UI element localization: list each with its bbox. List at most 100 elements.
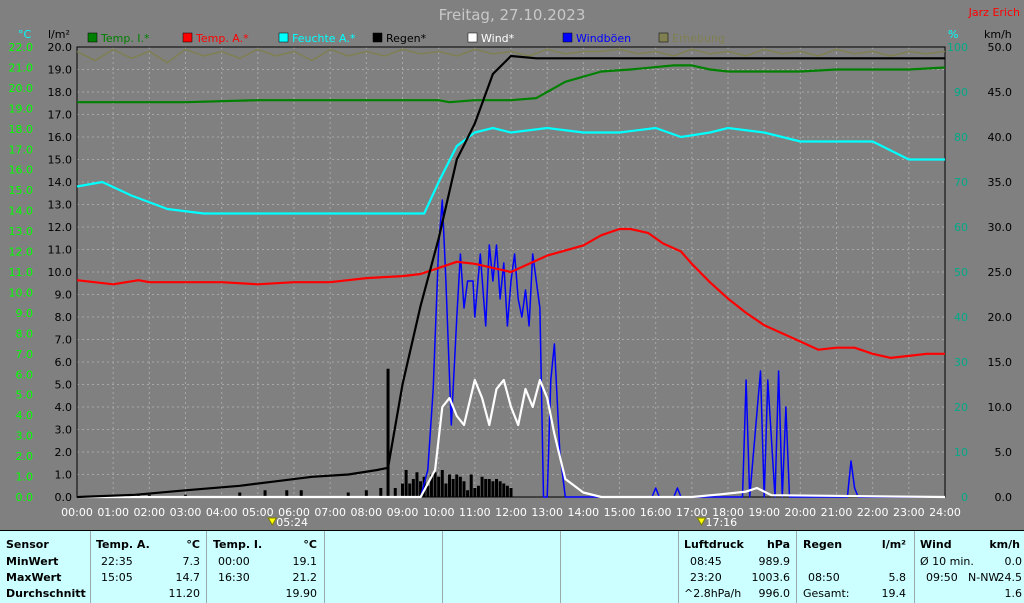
temp-a-avg-value: 11.20 <box>168 587 201 600</box>
chart-title: Freitag, 27.10.2023 <box>439 6 586 24</box>
time-axis-tick: 17:00 <box>676 506 708 519</box>
rain-axis-tick: 9.0 <box>55 289 73 302</box>
pressure-max-time: 23:20 <box>690 571 722 584</box>
rain-axis-tick: 19.0 <box>48 64 73 77</box>
rain-axis-tick: 10.0 <box>48 266 73 279</box>
temp-axis-tick: 13.0 <box>9 225 34 238</box>
time-axis-tick: 24:00 <box>929 506 961 519</box>
time-axis-tick: 03:00 <box>170 506 202 519</box>
wind-axis-tick: 25.0 <box>988 266 1013 279</box>
rain-interval-bar <box>484 479 488 497</box>
rain-axis-tick: 8.0 <box>55 311 73 324</box>
temp-i-min-time: 00:00 <box>218 555 250 568</box>
sunset-icon <box>696 517 707 527</box>
humidity-axis-tick: 60 <box>954 221 968 234</box>
wind-avg-value: 0.0 <box>1004 555 1023 568</box>
temp-axis-tick: 11.0 <box>9 266 34 279</box>
wind-unit-label: km/h <box>984 28 1012 41</box>
rain-interval-bar <box>473 488 477 497</box>
wind-axis-tick: 30.0 <box>988 221 1013 234</box>
rain-interval-bar <box>415 472 419 497</box>
rain-axis-tick: 15.0 <box>48 154 73 167</box>
rain-interval-bar <box>379 488 383 497</box>
rain-axis-tick: 2.0 <box>55 446 73 459</box>
rain-interval-bar <box>462 481 466 497</box>
humidity-axis-tick: 40 <box>954 311 968 324</box>
humidity-axis-tick: 0 <box>961 491 968 504</box>
rain-interval-bar <box>491 481 495 497</box>
rain-interval-bar <box>411 479 415 497</box>
rain-axis-tick: 14.0 <box>48 176 73 189</box>
temp-a-header: Temp. A. <box>96 538 150 551</box>
weather-chart: 22.0 21.0 20.0 19.0 18.0 17.0 16.0 15.0 14.0 13.0… <box>0 0 1024 530</box>
wind-max-time: 09:50 <box>926 571 958 584</box>
time-axis-tick: 09:00 <box>387 506 419 519</box>
time-axis-tick: 02:00 <box>133 506 165 519</box>
rain-axis-tick: 13.0 <box>48 199 73 212</box>
temp-axis-tick: 5.0 <box>16 389 34 402</box>
legend-swatch <box>658 32 669 43</box>
legend-label: Erhebung <box>672 32 725 45</box>
sunrise-time: 05:24 <box>276 516 308 529</box>
humidity-axis-tick: 80 <box>954 131 968 144</box>
humidity-axis-tick: 100 <box>947 41 968 54</box>
legend-label: Temp. A.* <box>195 32 249 45</box>
pressure-avg-value: 996.0 <box>758 587 791 600</box>
temp-i-avg-value: 19.90 <box>285 587 318 600</box>
pressure-trend: ^2.8hPa/h <box>684 587 742 600</box>
rain-interval-bar <box>401 483 404 497</box>
sensor-header: Sensor <box>6 538 49 551</box>
time-axis-tick: 19:00 <box>748 506 780 519</box>
time-axis-tick: 01:00 <box>97 506 129 519</box>
rain-unit: l/m² <box>881 538 906 551</box>
statistics-panel: Sensor MinWert MaxWert Durchschnitt Temp… <box>0 530 1024 603</box>
rain-interval-bar <box>393 488 397 497</box>
maxwert-label: MaxWert <box>6 571 62 584</box>
legend-swatch <box>182 32 193 43</box>
temp-axis-tick: 7.0 <box>16 348 34 361</box>
time-axis-tick: 22:00 <box>857 506 889 519</box>
humidity-axis-tick: 50 <box>954 266 968 279</box>
temp-axis-tick: 12.0 <box>9 246 34 259</box>
temp-axis-tick: 18.0 <box>9 123 34 136</box>
time-axis-tick: 23:00 <box>893 506 925 519</box>
wind-axis-tick: 40.0 <box>988 131 1013 144</box>
rain-axis-tick: 17.0 <box>48 109 73 122</box>
sunrise-icon <box>267 517 278 527</box>
chart-canvas: 22.0 21.0 20.0 19.0 18.0 17.0 16.0 15.0 14.0 13.0… <box>9 6 1021 529</box>
temp-axis-tick: 9.0 <box>16 307 34 320</box>
temp-axis-tick: 20.0 <box>9 82 34 95</box>
temp-i-header: Temp. I. <box>213 538 263 551</box>
humidity-axis-tick: 90 <box>954 86 968 99</box>
temp-axis-tick: 15.0 <box>9 184 34 197</box>
temp-axis-tick: 3.0 <box>16 430 34 443</box>
rain-total-label: Gesamt: <box>803 587 850 600</box>
rain-interval-bar <box>458 476 462 497</box>
time-axis-tick: 04:00 <box>206 506 238 519</box>
temp-axis-tick: 0.0 <box>16 491 34 504</box>
rain-axis-tick: 12.0 <box>48 221 73 234</box>
rain-interval-bar <box>408 483 412 497</box>
rain-header: Regen <box>803 538 843 551</box>
rain-interval-bar <box>386 368 390 497</box>
wind-axis-tick: 35.0 <box>988 176 1013 189</box>
rain-interval-bar <box>433 472 437 497</box>
rain-interval-bar <box>448 474 452 497</box>
pressure-max-value: 1003.6 <box>751 571 791 584</box>
humidity-axis-tick: 10 <box>954 446 968 459</box>
rain-axis-tick: 3.0 <box>55 424 73 437</box>
rain-interval-bar <box>440 470 444 497</box>
rain-interval-bar <box>509 488 513 497</box>
wind-axis-tick: 10.0 <box>988 401 1013 414</box>
temp-axis-tick: 8.0 <box>16 327 34 340</box>
wind-axis-tick: 5.0 <box>995 446 1013 459</box>
legend-swatch <box>87 32 98 43</box>
wind-unit: km/h <box>989 538 1020 551</box>
rain-axis-tick: 7.0 <box>55 334 73 347</box>
wind-axis-tick: 0.0 <box>995 491 1013 504</box>
rain-axis-tick: 4.0 <box>55 401 73 414</box>
pressure-min-time: 08:45 <box>690 555 722 568</box>
station-name: Jarz Erich <box>968 6 1020 19</box>
rain-interval-bar <box>502 483 506 497</box>
pressure-min-value: 989.9 <box>758 555 791 568</box>
